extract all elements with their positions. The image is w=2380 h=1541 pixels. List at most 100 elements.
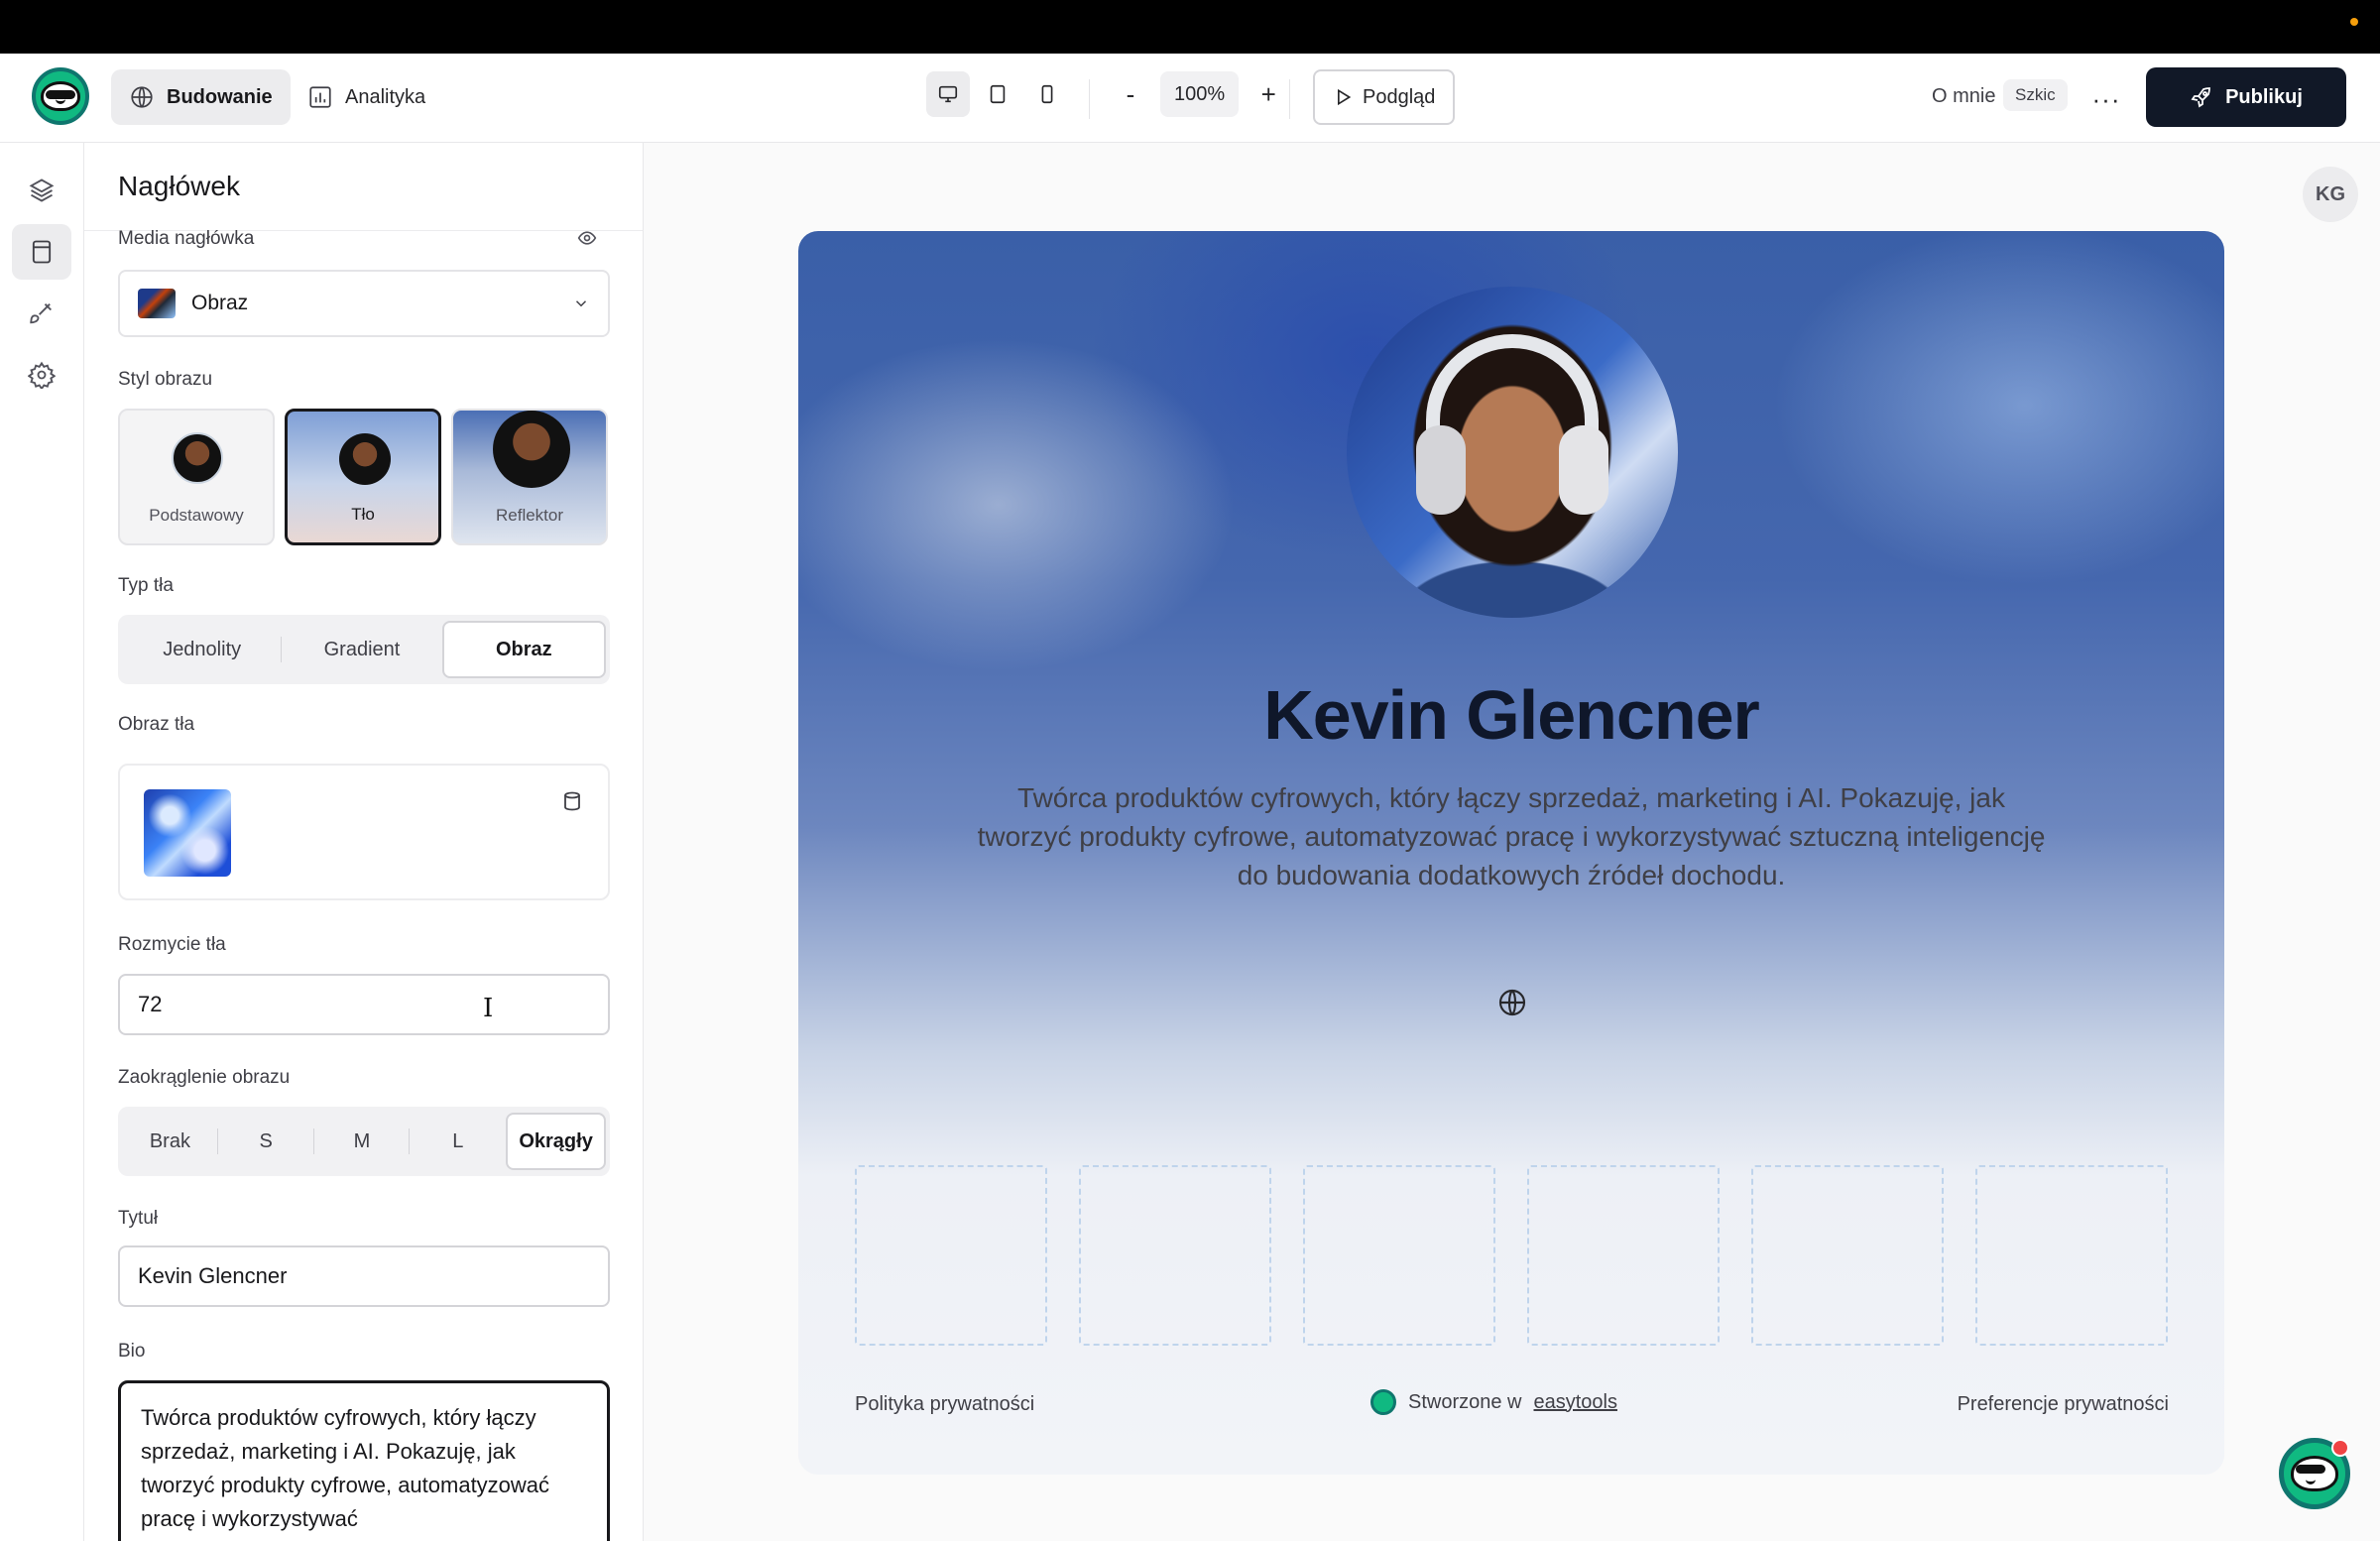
more-options-button[interactable]: ··· bbox=[2086, 79, 2126, 119]
empty-block-slot[interactable] bbox=[1079, 1165, 1271, 1346]
eye-icon[interactable] bbox=[577, 228, 597, 248]
segment-label: Okrągły bbox=[519, 1129, 593, 1152]
globe-icon[interactable] bbox=[1496, 987, 1528, 1018]
headphone-right bbox=[1559, 425, 1608, 515]
privacy-preferences-link[interactable]: Preferencje prywatności bbox=[1958, 1393, 2169, 1416]
media-thumbnail bbox=[138, 289, 176, 318]
mobile-icon bbox=[1041, 84, 1053, 104]
rounding-round[interactable]: Okrągły bbox=[506, 1113, 606, 1170]
empty-block-slot[interactable] bbox=[1975, 1165, 2168, 1346]
hero-bio: Twórca produktów cyfrowych, który łączy … bbox=[977, 782, 2046, 890]
chart-icon bbox=[309, 86, 331, 108]
segment-label: Brak bbox=[149, 1129, 190, 1152]
bg-type-label: Typ tła bbox=[118, 575, 174, 596]
sloth-logo-icon bbox=[41, 81, 80, 111]
title-label: Tytuł bbox=[118, 1208, 159, 1229]
publish-label: Publikuj bbox=[2225, 85, 2303, 108]
style-option-label: Reflektor bbox=[495, 506, 564, 525]
properties-panel: Nagłówek Media nagłówka Obraz Styl obraz… bbox=[84, 143, 644, 1541]
toolbar-divider bbox=[1089, 79, 1090, 119]
rounding-m[interactable]: M bbox=[314, 1113, 411, 1170]
hero-name: Kevin Glencner bbox=[1263, 676, 1760, 754]
segment-label: S bbox=[259, 1129, 273, 1152]
preview-canvas: KG Kevin Glencner Twórca produktów cyfro… bbox=[645, 143, 2380, 1541]
publish-button[interactable]: Publikuj bbox=[2146, 67, 2346, 127]
design-button[interactable] bbox=[12, 286, 71, 341]
bg-type-segmented: Jednolity Gradient Obraz bbox=[118, 615, 610, 684]
play-icon bbox=[1338, 88, 1352, 106]
bio-label: Bio bbox=[118, 1341, 146, 1362]
bio-textarea[interactable]: Twórca produktów cyfrowych, który łączy … bbox=[118, 1380, 610, 1541]
toolbar-divider bbox=[1289, 79, 1290, 119]
page-name[interactable]: O mnie bbox=[1932, 85, 1995, 108]
text-cursor-icon: I bbox=[483, 994, 494, 1023]
tablet-view-button[interactable] bbox=[976, 71, 1019, 117]
settings-button[interactable] bbox=[12, 347, 71, 403]
portrait-thumbnail bbox=[339, 433, 391, 485]
title-input[interactable]: Kevin Glencner bbox=[118, 1245, 610, 1307]
tab-analytics-label: Analityka bbox=[345, 85, 426, 108]
brush-icon bbox=[30, 303, 52, 324]
zoom-in-button[interactable]: + bbox=[1249, 71, 1288, 117]
support-chat-button[interactable] bbox=[2279, 1438, 2350, 1509]
segment-label: M bbox=[353, 1129, 371, 1152]
empty-block-slot[interactable] bbox=[1751, 1165, 1944, 1346]
blur-label: Rozmycie tła bbox=[118, 934, 226, 955]
bg-type-gradient[interactable]: Gradient bbox=[282, 621, 441, 678]
segment-label: Obraz bbox=[495, 638, 552, 660]
empty-block-slot[interactable] bbox=[855, 1165, 1047, 1346]
privacy-policy-link[interactable]: Polityka prywatności bbox=[855, 1393, 1034, 1416]
rounding-label: Zaokrąglenie obrazu bbox=[118, 1067, 291, 1088]
tablet-icon bbox=[990, 84, 1006, 104]
avatar[interactable]: KG bbox=[2303, 167, 2358, 222]
tab-analytics[interactable]: Analityka bbox=[290, 69, 443, 125]
trash-icon[interactable] bbox=[560, 789, 584, 813]
style-option-label: Tło bbox=[351, 505, 375, 524]
zoom-out-button[interactable]: - bbox=[1111, 71, 1150, 117]
app-logo[interactable] bbox=[32, 67, 89, 125]
mobile-view-button[interactable] bbox=[1025, 71, 1069, 117]
preview-button[interactable]: Podgląd bbox=[1313, 69, 1456, 125]
sections-button[interactable] bbox=[12, 224, 71, 280]
media-label: Media nagłówka bbox=[118, 228, 255, 249]
blur-input[interactable]: 72 bbox=[118, 974, 610, 1035]
bg-image-thumbnail bbox=[144, 789, 231, 877]
rounding-s[interactable]: S bbox=[218, 1113, 314, 1170]
image-style-label: Styl obrazu bbox=[118, 369, 213, 390]
recording-indicator bbox=[2350, 18, 2358, 26]
rounding-none[interactable]: Brak bbox=[122, 1113, 218, 1170]
portrait-thumbnail bbox=[172, 432, 223, 484]
layers-button[interactable] bbox=[12, 163, 71, 218]
zoom-control: - 100% + bbox=[1111, 71, 1288, 117]
rocket-icon bbox=[2191, 87, 2210, 108]
headphone-left bbox=[1416, 425, 1466, 515]
desktop-icon bbox=[938, 85, 958, 103]
globe-icon bbox=[131, 86, 153, 108]
style-option-spotlight[interactable]: Reflektor bbox=[451, 409, 608, 545]
zoom-value[interactable]: 100% bbox=[1160, 71, 1240, 117]
preview-label: Podgląd bbox=[1363, 85, 1436, 108]
gear-icon bbox=[28, 361, 56, 389]
tab-build[interactable]: Budowanie bbox=[111, 69, 291, 125]
empty-block-slot[interactable] bbox=[1303, 1165, 1495, 1346]
desktop-view-button[interactable] bbox=[926, 71, 970, 117]
header-section-preview[interactable]: Kevin Glencner Twórca produktów cyfrowyc… bbox=[798, 231, 2224, 1475]
segment-label: Gradient bbox=[323, 638, 401, 660]
empty-block-slot[interactable] bbox=[1527, 1165, 1720, 1346]
bg-type-solid[interactable]: Jednolity bbox=[122, 621, 283, 678]
style-option-background[interactable]: Tło bbox=[285, 409, 441, 545]
media-select[interactable]: Obraz bbox=[118, 270, 610, 337]
bg-image-upload[interactable] bbox=[118, 764, 610, 900]
made-with-prefix: Stworzone w bbox=[1408, 1390, 1522, 1413]
notification-dot bbox=[2331, 1439, 2349, 1457]
rounding-l[interactable]: L bbox=[410, 1113, 506, 1170]
portrait-thumbnail bbox=[493, 411, 570, 488]
style-option-basic[interactable]: Podstawowy bbox=[118, 409, 275, 545]
made-with-badge: Stworzone w easytools bbox=[1370, 1389, 1617, 1415]
panel-title: Nagłówek bbox=[118, 171, 240, 201]
media-select-value: Obraz bbox=[191, 292, 249, 314]
bg-type-image[interactable]: Obraz bbox=[441, 621, 606, 678]
sections-icon bbox=[32, 240, 52, 264]
easytools-link[interactable]: easytools bbox=[1534, 1391, 1618, 1414]
rounding-segmented: Brak S M L Okrągły bbox=[118, 1107, 610, 1176]
